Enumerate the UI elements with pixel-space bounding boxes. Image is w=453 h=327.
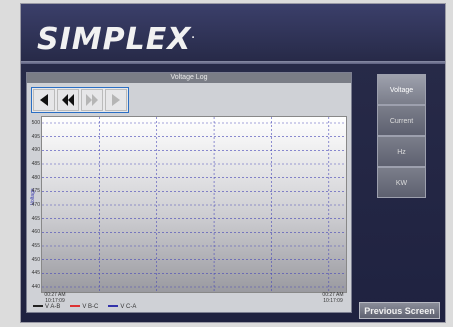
y-tick-label: 495 <box>31 133 40 140</box>
x-tick-start: 00:27 AM 10:17:09 <box>44 292 66 304</box>
x-tick-end: 00:27 AM 10:17:09 <box>322 292 344 304</box>
current-button[interactable]: Current <box>377 105 426 136</box>
y-tick-label: 490 <box>31 147 40 154</box>
y-tick-label: 450 <box>31 256 40 263</box>
legend-item-ab: V A-B <box>33 304 60 310</box>
previous-screen-button[interactable]: Previous Screen <box>359 302 440 319</box>
fast-forward-icon[interactable] <box>81 89 103 111</box>
last-icon[interactable] <box>105 89 127 111</box>
y-tick-label: 465 <box>31 215 40 222</box>
voltage-chart: Voltage 500 495 490 485 480 475 470 465 460 455 45… <box>30 116 347 304</box>
y-tick-label: 455 <box>31 243 40 249</box>
y-tick-label: 475 <box>31 188 40 195</box>
y-tick-label: 470 <box>31 202 40 208</box>
voltage-button[interactable]: Voltage <box>377 74 426 105</box>
hz-button[interactable]: Hz <box>377 136 426 167</box>
measurement-selector: Voltage Current Hz KW <box>377 74 426 198</box>
first-icon[interactable] <box>33 89 55 111</box>
voltage-log-panel: Voltage Log Voltage 500 495 490 485 480 475 47… <box>26 72 352 313</box>
y-tick-label: 440 <box>31 284 40 290</box>
y-tick-label: 445 <box>31 270 40 277</box>
panel-title: Voltage Log <box>27 73 351 83</box>
y-tick-label: 500 <box>31 120 40 126</box>
chart-grid <box>42 117 346 292</box>
header-divider <box>21 61 445 64</box>
brand-name: SIMPLEX <box>37 22 192 57</box>
y-tick-label: 460 <box>31 229 40 236</box>
y-tick-label: 485 <box>31 161 40 167</box>
chart-legend: V A-B V B-C V C-A <box>33 304 136 310</box>
kw-button[interactable]: KW <box>377 167 426 198</box>
y-tick-label: 480 <box>31 174 40 181</box>
brand-logo: SIMPLEX. <box>37 22 196 57</box>
legend-item-ca: V C-A <box>108 304 136 310</box>
rewind-icon[interactable] <box>57 89 79 111</box>
main-window: SIMPLEX. Voltage Log Voltage 500 495 490 48… <box>20 3 446 323</box>
log-navigation <box>31 87 129 113</box>
legend-item-bc: V B-C <box>70 304 98 310</box>
brand-mark: . <box>191 31 196 41</box>
